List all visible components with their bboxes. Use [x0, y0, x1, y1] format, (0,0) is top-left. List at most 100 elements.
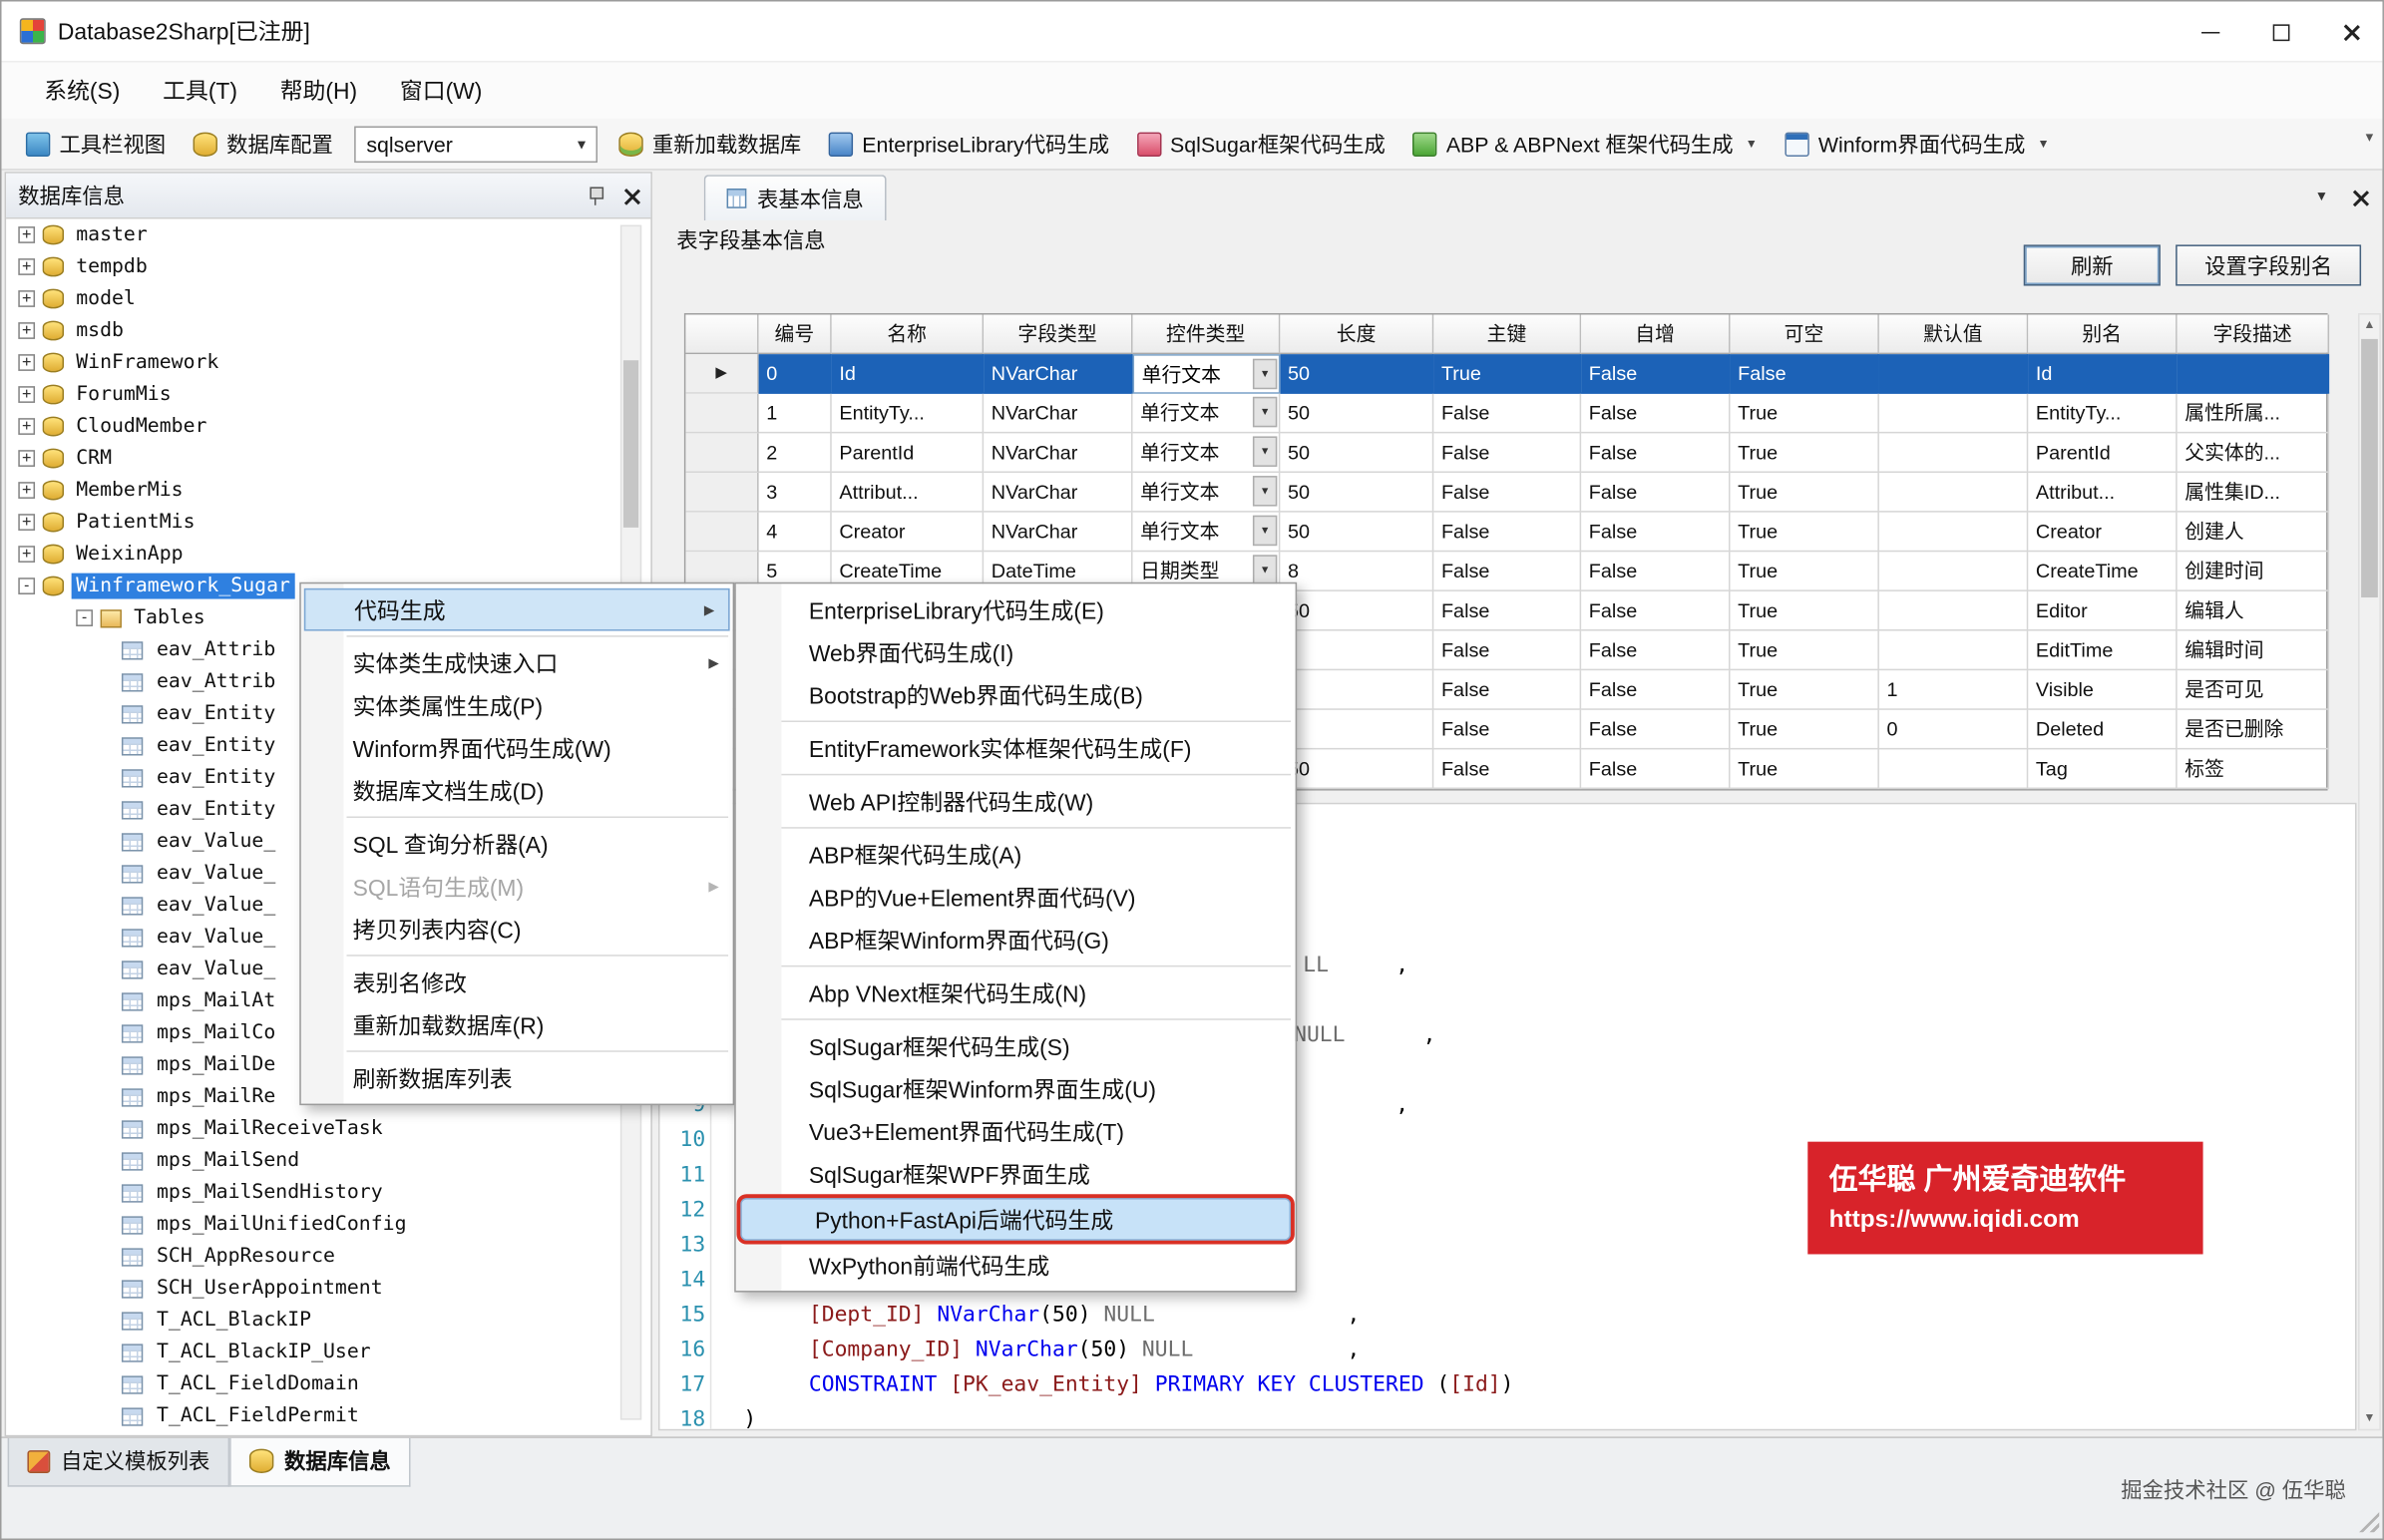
tree-node-label[interactable]: msdb [72, 318, 129, 344]
cell-pk[interactable]: False [1433, 710, 1581, 750]
tab-table-basic-info[interactable]: 表基本信息 [704, 175, 887, 220]
bottom-tab-0[interactable]: 自定义模板列表 [8, 1438, 230, 1487]
tab-close-button[interactable] [2343, 181, 2373, 210]
column-header-6[interactable]: 自增 [1581, 315, 1730, 355]
cell-pk[interactable]: False [1433, 394, 1581, 434]
column-header-3[interactable]: 控件类型 [1133, 315, 1281, 355]
cell-len[interactable]: 50 [1280, 433, 1433, 473]
tree-database-WeixinApp[interactable]: +WeixinApp [6, 539, 620, 571]
tree-database-WinFramework[interactable]: +WinFramework [6, 347, 620, 379]
chevron-down-icon[interactable]: ▼ [2037, 137, 2049, 151]
bottom-tab-1[interactable]: 数据库信息 [229, 1438, 410, 1487]
set-field-alias-button[interactable]: 设置字段别名 [2176, 244, 2361, 285]
tree-node-label[interactable]: eav_Value_ [152, 925, 279, 951]
cell-alias[interactable]: Attribut... [2028, 473, 2177, 513]
tree-node-label[interactable]: Tables [130, 605, 210, 631]
context-menu-item-7[interactable]: SQL 查询分析器(A) [301, 823, 733, 866]
submenu-item-1[interactable]: Web界面代码生成(I) [736, 631, 1296, 674]
cell-nul[interactable]: True [1731, 670, 1879, 710]
cell-type[interactable]: NVarChar [984, 513, 1132, 553]
tree-node-label[interactable]: eav_Entity [152, 733, 279, 759]
cell-alias[interactable]: EntityTy... [2028, 394, 2177, 434]
cell-no[interactable]: 3 [759, 473, 832, 513]
context-menu-item-2[interactable]: 实体类生成快速入口▶ [301, 641, 733, 684]
cell-len[interactable] [1280, 670, 1433, 710]
tree-node-label[interactable]: eav_Value_ [152, 829, 279, 855]
cell-inc[interactable]: False [1581, 670, 1730, 710]
cell-pk[interactable]: False [1433, 749, 1581, 789]
cell-nul[interactable]: True [1731, 631, 1879, 671]
cell-alias[interactable]: Editor [2028, 591, 2177, 631]
cell-inc[interactable]: False [1581, 591, 1730, 631]
expand-toggle-icon[interactable]: + [18, 418, 35, 435]
column-header-7[interactable]: 可空 [1731, 315, 1879, 355]
expand-toggle-icon[interactable]: + [18, 226, 35, 243]
tree-database-msdb[interactable]: +msdb [6, 315, 620, 347]
cell-nul[interactable]: True [1731, 552, 1879, 591]
cell-desc[interactable]: 是否可见 [2178, 670, 2329, 710]
cell-type[interactable]: NVarChar [984, 354, 1132, 394]
cell-desc[interactable]: 创建时间 [2178, 552, 2329, 591]
tree-node-label[interactable]: CRM [72, 446, 117, 472]
cell-alias[interactable]: CreateTime [2028, 552, 2177, 591]
tree-node-label[interactable]: eav_Value_ [152, 861, 279, 887]
menubar-item-2[interactable]: 帮助(H) [280, 75, 357, 107]
pin-icon[interactable] [586, 185, 606, 205]
tree-node-label[interactable]: WeixinApp [72, 542, 189, 568]
row-selector[interactable] [685, 513, 758, 553]
column-header-10[interactable]: 字段描述 [2178, 315, 2329, 355]
expand-toggle-icon[interactable]: + [18, 450, 35, 467]
main-vertical-scrollbar[interactable]: ▲ ▼ [2358, 313, 2381, 1430]
cell-no[interactable]: 1 [759, 394, 832, 434]
tree-node-label[interactable]: SCH_UserAppointment [152, 1276, 387, 1302]
cell-len[interactable]: 50 [1280, 749, 1433, 789]
cell-desc[interactable]: 属性所属... [2178, 394, 2329, 434]
context-menu-item-9[interactable]: 拷贝列表内容(C) [301, 908, 733, 951]
row-selector[interactable]: ▶ [685, 354, 758, 394]
menubar-item-3[interactable]: 窗口(W) [400, 75, 483, 107]
cell-nul[interactable]: True [1731, 473, 1879, 513]
cell-nul[interactable]: True [1731, 433, 1879, 473]
cell-pk[interactable]: False [1433, 631, 1581, 671]
scrollbar-thumb[interactable] [623, 360, 638, 528]
cell-name[interactable]: ParentId [832, 433, 984, 473]
cell-no[interactable]: 4 [759, 513, 832, 553]
cell-def[interactable] [1879, 354, 2028, 394]
cell-desc[interactable]: 父实体的... [2178, 433, 2329, 473]
toolbar-overflow-icon[interactable]: ▾ [2366, 130, 2374, 147]
scrollbar-thumb[interactable] [2361, 339, 2378, 597]
tree-node-label[interactable]: WinFramework [72, 350, 223, 376]
tree-database-model[interactable]: +model [6, 283, 620, 315]
cell-def[interactable]: 0 [1879, 710, 2028, 750]
cell-nul[interactable]: True [1731, 710, 1879, 750]
panel-close-icon[interactable] [621, 187, 638, 203]
cell-len[interactable]: 50 [1280, 473, 1433, 513]
tree-node-label[interactable]: eav_Attrib [152, 637, 279, 663]
scroll-down-icon[interactable]: ▼ [2360, 1407, 2380, 1428]
chevron-down-icon[interactable]: ▼ [575, 136, 589, 151]
cell-name[interactable]: Attribut... [832, 473, 984, 513]
cell-def[interactable] [1879, 473, 2028, 513]
toolbar-button[interactable]: 重新加载数据库 [612, 124, 807, 164]
submenu-item-6[interactable]: Web API控制器代码生成(W) [736, 780, 1296, 823]
submenu-item-4[interactable]: EntityFramework实体框架代码生成(F) [736, 727, 1296, 770]
cell-alias[interactable]: Creator [2028, 513, 2177, 553]
cell-control[interactable]: 单行文本▼ [1133, 394, 1281, 434]
submenu-item-19[interactable]: WxPython前端代码生成 [736, 1244, 1296, 1287]
submenu-item-9[interactable]: ABP的Vue+Element界面代码(V) [736, 876, 1296, 919]
cell-desc[interactable]: 编辑人 [2178, 591, 2329, 631]
cell-nul[interactable]: False [1731, 354, 1879, 394]
cell-inc[interactable]: False [1581, 473, 1730, 513]
cell-inc[interactable]: False [1581, 710, 1730, 750]
cell-name[interactable]: Creator [832, 513, 984, 553]
cell-len[interactable]: 50 [1280, 394, 1433, 434]
expand-toggle-icon[interactable]: - [18, 578, 35, 594]
tree-node-label[interactable]: eav_Value_ [152, 893, 279, 919]
tree-node-label[interactable]: ForumMis [72, 382, 177, 408]
cell-inc[interactable]: False [1581, 631, 1730, 671]
tree-table-22[interactable]: T_ACL_BlackIP_User [6, 1337, 620, 1368]
row-selector[interactable] [685, 433, 758, 473]
tree-table-20[interactable]: SCH_UserAppointment [6, 1273, 620, 1305]
cell-nul[interactable]: True [1731, 513, 1879, 553]
tree-table-23[interactable]: T_ACL_FieldDomain [6, 1368, 620, 1400]
